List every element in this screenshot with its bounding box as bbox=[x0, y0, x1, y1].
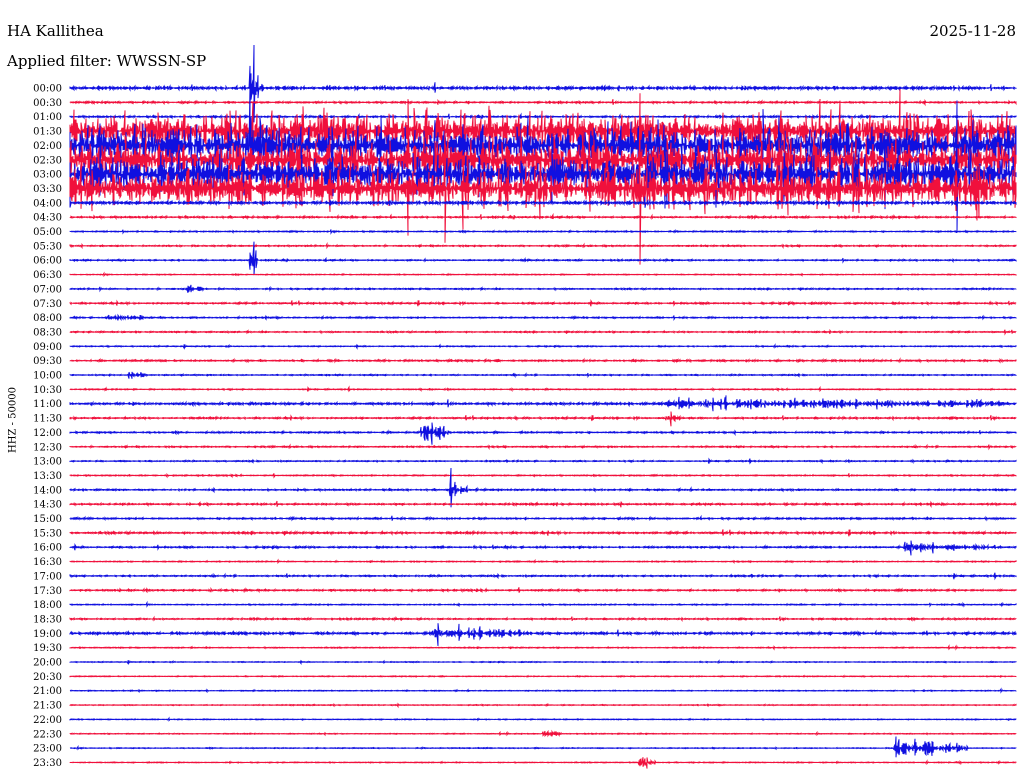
trace-1400 bbox=[69, 467, 1017, 508]
row-label-0530: 05:30 bbox=[33, 241, 62, 252]
row-label-2030: 20:30 bbox=[33, 672, 62, 683]
trace-1800 bbox=[69, 600, 1017, 608]
row-label-0830: 08:30 bbox=[33, 327, 62, 338]
row-label-0330: 03:30 bbox=[33, 184, 62, 195]
row-label-1100: 11:00 bbox=[33, 399, 62, 410]
trace-0800 bbox=[69, 313, 1017, 322]
row-label-0230: 02:30 bbox=[33, 155, 62, 166]
row-label-0030: 00:30 bbox=[33, 98, 62, 109]
trace-2130 bbox=[69, 702, 1017, 709]
trace-2000 bbox=[69, 659, 1017, 666]
trace-0930 bbox=[69, 357, 1017, 364]
row-label-0600: 06:00 bbox=[33, 256, 62, 267]
row-label-0930: 09:30 bbox=[33, 356, 62, 367]
row-label-1400: 14:00 bbox=[33, 485, 62, 496]
trace-1000 bbox=[69, 371, 1017, 379]
row-label-0130: 01:30 bbox=[33, 127, 62, 138]
row-label-0000: 00:00 bbox=[33, 84, 62, 95]
trace-0730 bbox=[69, 298, 1017, 307]
row-label-1300: 13:00 bbox=[33, 457, 62, 468]
trace-1500 bbox=[69, 514, 1017, 522]
trace-2200 bbox=[69, 716, 1017, 722]
row-label-1630: 16:30 bbox=[33, 557, 62, 568]
trace-1730 bbox=[69, 586, 1017, 594]
row-label-1530: 15:30 bbox=[33, 528, 62, 539]
row-label-0730: 07:30 bbox=[33, 299, 62, 310]
row-label-2300: 23:00 bbox=[33, 744, 62, 755]
trace-0530 bbox=[69, 241, 1017, 250]
row-label-1830: 18:30 bbox=[33, 614, 62, 625]
row-label-1030: 10:30 bbox=[33, 385, 62, 396]
row-label-0430: 04:30 bbox=[33, 213, 62, 224]
row-label-2000: 20:00 bbox=[33, 658, 62, 669]
row-label-0700: 07:00 bbox=[33, 284, 62, 295]
row-label-1930: 19:30 bbox=[33, 643, 62, 654]
row-label-1230: 12:30 bbox=[33, 442, 62, 453]
trace-0030 bbox=[69, 98, 1017, 107]
trace-1100 bbox=[69, 395, 1017, 412]
row-label-2200: 22:00 bbox=[33, 715, 62, 726]
row-label-0800: 08:00 bbox=[33, 313, 62, 324]
trace-1130 bbox=[69, 411, 1017, 427]
row-label-0200: 02:00 bbox=[33, 141, 62, 152]
trace-2100 bbox=[69, 687, 1017, 694]
trace-2230 bbox=[69, 729, 1017, 738]
row-label-0500: 05:00 bbox=[33, 227, 62, 238]
trace-1700 bbox=[69, 572, 1017, 581]
trace-0830 bbox=[69, 328, 1017, 336]
row-label-1700: 17:00 bbox=[33, 571, 62, 582]
row-label-2130: 21:30 bbox=[33, 701, 62, 712]
trace-1630 bbox=[69, 558, 1017, 565]
trace-2030 bbox=[69, 674, 1017, 678]
trace-0500 bbox=[69, 229, 1017, 235]
row-label-0900: 09:00 bbox=[33, 342, 62, 353]
row-label-1500: 15:00 bbox=[33, 514, 62, 525]
trace-1330 bbox=[69, 472, 1017, 479]
row-label-0300: 03:00 bbox=[33, 170, 62, 181]
trace-1030 bbox=[69, 385, 1017, 393]
trace-0430 bbox=[69, 212, 1017, 221]
trace-1900 bbox=[69, 623, 1017, 646]
helicorder-plot: 00:00 00:30 01:00 01:30 02:00 02:30 03:00 03:30… bbox=[33, 44, 1017, 769]
trace-1430 bbox=[69, 500, 1017, 509]
row-label-1800: 18:00 bbox=[33, 600, 62, 611]
trace-1300 bbox=[69, 457, 1017, 465]
trace-0630 bbox=[69, 271, 1017, 278]
row-label-1730: 17:30 bbox=[33, 586, 62, 597]
row-label-1330: 13:30 bbox=[33, 471, 62, 482]
trace-1930 bbox=[69, 644, 1017, 651]
trace-2300 bbox=[69, 736, 1017, 758]
row-label-0400: 04:00 bbox=[33, 198, 62, 209]
trace-1230 bbox=[69, 443, 1017, 451]
trace-0700 bbox=[69, 284, 1017, 293]
trace-0000 bbox=[69, 44, 1017, 123]
trace-1530 bbox=[69, 529, 1017, 537]
row-label-1900: 19:00 bbox=[33, 629, 62, 640]
row-label-1130: 11:30 bbox=[33, 414, 62, 425]
row-label-1000: 10:00 bbox=[33, 371, 62, 382]
row-label-2230: 22:30 bbox=[33, 729, 62, 740]
trace-2330 bbox=[69, 757, 1017, 769]
trace-0900 bbox=[69, 343, 1017, 350]
trace-1200 bbox=[69, 422, 1017, 445]
row-label-1200: 12:00 bbox=[33, 428, 62, 439]
row-label-0630: 06:30 bbox=[33, 270, 62, 281]
row-label-2330: 23:30 bbox=[33, 758, 62, 769]
row-label-2100: 21:00 bbox=[33, 686, 62, 697]
trace-1830 bbox=[69, 615, 1017, 622]
row-label-1600: 16:00 bbox=[33, 543, 62, 554]
row-label-0100: 01:00 bbox=[33, 112, 62, 123]
trace-1600 bbox=[69, 540, 1017, 556]
row-label-1430: 14:30 bbox=[33, 500, 62, 511]
